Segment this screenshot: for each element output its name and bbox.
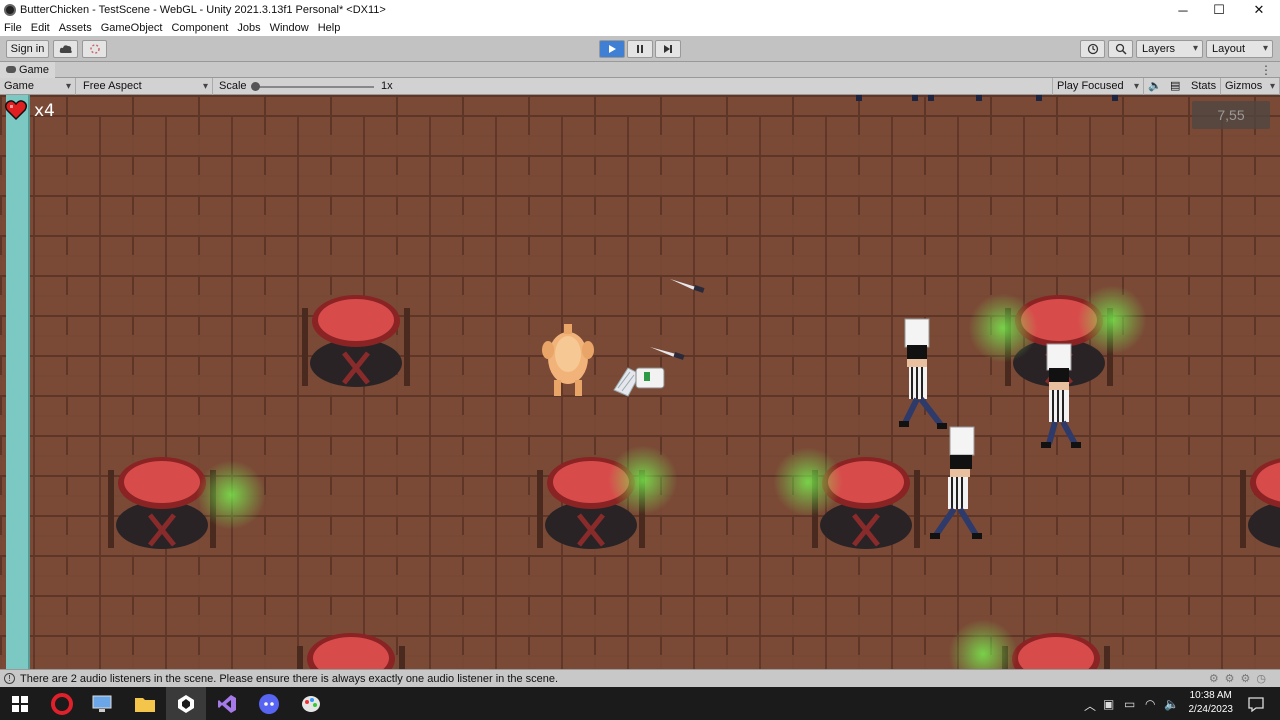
menu-gameobject[interactable]: GameObject [101,22,163,34]
mute-audio-icon[interactable]: 🔈 [1148,78,1162,95]
glowing-pickup [968,293,1038,363]
visual-studio-icon[interactable] [215,692,239,716]
pause-icon [637,45,643,53]
game-viewport[interactable]: x4 7,55 [0,95,1280,669]
scale-value: 1x [381,80,393,92]
security-tray-icon[interactable]: ▣ [1103,697,1114,711]
stats-toggle[interactable]: Stats [1191,78,1216,95]
knife-projectile [670,279,705,293]
menu-file[interactable]: File [4,22,22,34]
unity-icon [4,4,16,16]
paint-app-icon[interactable] [299,692,323,716]
history-icon [1087,43,1098,55]
lives-counter: x4 [34,101,55,121]
chef-enemy [930,426,982,539]
timer-display: 7,55 [1192,101,1270,129]
window-title: ButterChicken - TestScene - WebGL - Unit… [20,4,386,16]
wifi-tray-icon[interactable]: ◠ [1145,697,1155,711]
volume-tray-icon[interactable]: 🔈 [1164,697,1179,711]
chef-enemy [899,318,947,429]
status-tray-icons: ⚙⚙⚙◷ [1208,673,1272,685]
restaurant-table [297,633,405,669]
tray-overflow-icon[interactable]: ︿ [1084,697,1096,714]
main-toolbar: Sign in Layers Layout [0,36,1280,62]
search-button[interactable] [1108,40,1133,58]
pause-button[interactable] [627,40,653,58]
file-explorer-icon[interactable] [133,692,157,716]
tab-game[interactable]: Game [0,61,55,78]
layout-dropdown[interactable]: Layout [1206,40,1273,58]
game-view-toolbar: Game Free Aspect Scale 1x Play Focused 🔈… [0,78,1280,95]
info-icon: ! [4,673,15,684]
play-icon [609,45,616,53]
chef-enemy [1041,343,1081,448]
discord-icon[interactable] [257,692,281,716]
scale-slider-handle[interactable] [251,82,260,91]
step-icon [664,45,672,53]
collab-icon [89,44,100,54]
scale-label: Scale [219,80,247,92]
menu-component[interactable]: Component [171,22,228,34]
window-titlebar: ButterChicken - TestScene - WebGL - Unit… [0,0,1280,20]
play-button[interactable] [599,40,625,58]
menu-assets[interactable]: Assets [59,22,92,34]
offscreen-chef-feet [856,95,1118,101]
console-status-bar[interactable]: ! There are 2 audio listeners in the sce… [0,669,1280,687]
desktop-app-icon[interactable] [90,692,114,716]
menu-bar: File Edit Assets GameObject Component Jo… [0,20,1280,36]
maximize-button[interactable]: ☐ [1199,0,1239,20]
notifications-icon[interactable] [1244,692,1268,716]
tab-game-label: Game [19,63,49,76]
gizmos-dropdown[interactable]: Gizmos [1220,78,1280,95]
windows-start-icon[interactable] [8,692,32,716]
status-message: There are 2 audio listeners in the scene… [20,672,559,685]
glowing-pickup [773,447,843,517]
layers-dropdown[interactable]: Layers [1136,40,1203,58]
restaurant-table [1240,458,1280,548]
search-icon [1115,43,1127,55]
panel-menu-icon[interactable]: ⋮ [1260,62,1272,78]
menu-help[interactable]: Help [318,22,341,34]
unity-app-icon[interactable] [174,692,198,716]
scale-slider-track[interactable] [256,86,374,88]
battery-tray-icon[interactable]: ▭ [1124,697,1135,711]
taskbar-clock[interactable]: 10:38 AM 2/24/2023 [1189,689,1234,717]
butter-chicken-player [542,324,594,396]
menu-window[interactable]: Window [270,22,309,34]
display-dropdown[interactable]: Game [0,78,76,95]
minimize-button[interactable]: ─ [1163,0,1203,20]
menu-edit[interactable]: Edit [31,22,50,34]
glowing-pickup [196,460,266,530]
panel-tab-bar: Game ⋮ [0,61,1280,78]
cloud-button[interactable] [53,40,78,58]
cup-weapon [613,367,665,397]
step-button[interactable] [655,40,681,58]
aspect-dropdown[interactable]: Free Aspect [79,78,213,95]
collab-button[interactable] [82,40,107,58]
restaurant-table [302,295,410,387]
sign-in-button[interactable]: Sign in [6,40,49,58]
gamepad-icon [6,66,16,73]
history-button[interactable] [1080,40,1105,58]
play-mode-dropdown[interactable]: Play Focused [1052,78,1144,95]
clock-date: 2/24/2023 [1188,704,1234,715]
cloud-icon [59,45,72,53]
close-button[interactable]: ✕ [1239,0,1279,20]
heart-icon [5,100,27,121]
menu-jobs[interactable]: Jobs [237,22,260,34]
health-bar [6,95,30,669]
stats-grid-icon[interactable]: ▤ [1170,78,1180,95]
windows-taskbar: ︿ ▣ ▭ ◠ 🔈 10:38 AM 2/24/2023 [0,687,1280,720]
opera-browser-icon[interactable] [50,692,74,716]
clock-time: 10:38 AM [1189,690,1232,701]
glowing-pickup [608,445,678,515]
